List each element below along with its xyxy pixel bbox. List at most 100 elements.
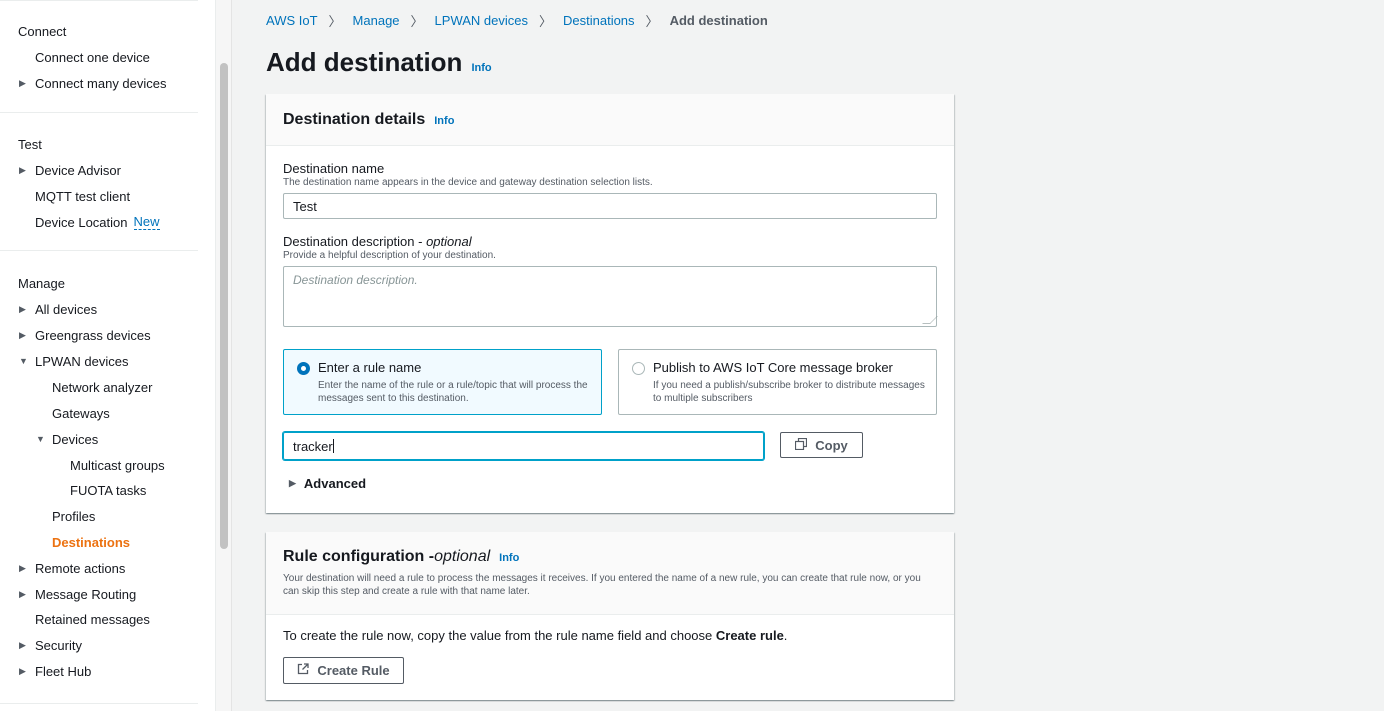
destination-details-panel: Destination details Info Destination nam… xyxy=(266,94,954,513)
destination-name-label: Destination name xyxy=(283,161,385,176)
destination-name-input[interactable]: Test xyxy=(283,193,937,219)
rule-config-info-link[interactable]: Info xyxy=(499,552,519,564)
sidebar-item-label: Remote actions xyxy=(35,560,126,576)
divider xyxy=(0,0,198,1)
scrollbar-thumb[interactable] xyxy=(220,63,228,549)
caret-right-icon: ▶ xyxy=(19,665,26,676)
sidebar-item-gateways[interactable]: Gateways xyxy=(52,404,110,422)
radio-selected-icon[interactable] xyxy=(297,362,310,375)
sidebar-item-label: Retained messages xyxy=(35,611,150,627)
caret-right-icon: ▶ xyxy=(19,77,26,88)
page-title: Add destination Info xyxy=(266,47,492,78)
sidebar-item-label: Destinations xyxy=(52,534,131,550)
breadcrumb-current: Add destination xyxy=(669,13,768,28)
sidebar-item-security[interactable]: ▶ Security xyxy=(19,636,82,654)
breadcrumb-aws-iot[interactable]: AWS IoT xyxy=(266,13,318,28)
nav-heading-manage: Manage xyxy=(18,276,65,291)
rule-name-input[interactable]: tracker xyxy=(283,432,764,460)
tile-enter-rule-name[interactable]: Enter a rule name Enter the name of the … xyxy=(283,349,602,415)
resize-grip-icon[interactable] xyxy=(922,316,938,324)
sidebar-item-connect-one-device[interactable]: Connect one device xyxy=(35,48,150,66)
tile-publish-to-broker[interactable]: Publish to AWS IoT Core message broker I… xyxy=(618,349,937,415)
sidebar-scrollbar[interactable] xyxy=(216,0,232,711)
sidebar-item-label: Fleet Hub xyxy=(35,663,92,679)
sidebar-item-devices[interactable]: ▼ Devices xyxy=(36,430,98,448)
main-content: AWS IoT 〉 Manage 〉 LPWAN devices 〉 Desti… xyxy=(232,0,1384,711)
copy-icon xyxy=(795,437,808,453)
destination-description-label: Destination description - optional xyxy=(283,234,472,249)
details-info-link[interactable]: Info xyxy=(434,115,454,127)
sidebar-item-destinations[interactable]: Destinations xyxy=(52,533,130,551)
page-info-link[interactable]: Info xyxy=(471,62,491,74)
sidebar-item-all-devices[interactable]: ▶ All devices xyxy=(19,300,97,318)
sidebar-item-network-analyzer[interactable]: Network analyzer xyxy=(52,378,152,396)
caret-right-icon: ▶ xyxy=(19,329,26,340)
copy-button[interactable]: Copy xyxy=(780,432,863,458)
breadcrumb: AWS IoT 〉 Manage 〉 LPWAN devices 〉 Desti… xyxy=(266,11,768,30)
sidebar-item-label: MQTT test client xyxy=(35,188,131,204)
sidebar-item-fleet-hub[interactable]: ▶ Fleet Hub xyxy=(19,662,91,680)
rule-name-value: tracker xyxy=(293,438,333,454)
sidebar-item-connect-many-devices[interactable]: ▶ Connect many devices xyxy=(19,74,167,92)
sidebar-item-label: LPWAN devices xyxy=(35,353,129,369)
divider xyxy=(0,112,198,113)
label-text: Destination description - xyxy=(283,234,427,249)
panel-header: Destination details Info xyxy=(266,94,954,146)
sidebar-item-lpwan-devices[interactable]: ▼ LPWAN devices xyxy=(19,352,128,370)
caret-right-icon: ▶ xyxy=(19,639,26,650)
external-link-icon xyxy=(297,663,310,678)
sidebar-item-label: FUOTA tasks xyxy=(70,482,147,498)
sidebar-item-label: Gateways xyxy=(52,405,110,421)
copy-button-label: Copy xyxy=(815,437,848,453)
breadcrumb-lpwan-devices[interactable]: LPWAN devices xyxy=(435,13,528,28)
advanced-expander[interactable]: ▶ Advanced xyxy=(289,476,366,491)
caret-right-icon: ▶ xyxy=(19,164,26,175)
sidebar-item-label: Device Location xyxy=(35,214,128,230)
breadcrumb-manage[interactable]: Manage xyxy=(353,13,400,28)
page-title-text: Add destination xyxy=(266,47,463,77)
tile-title: Publish to AWS IoT Core message broker xyxy=(653,360,893,375)
sidebar-item-fuota-tasks[interactable]: FUOTA tasks xyxy=(70,481,146,499)
caret-right-icon: ▶ xyxy=(19,303,26,314)
sidebar-item-label: Connect many devices xyxy=(35,75,167,91)
sidebar-item-remote-actions[interactable]: ▶ Remote actions xyxy=(19,559,125,577)
sidebar-item-label: All devices xyxy=(35,301,98,317)
destination-description-textarea[interactable]: Destination description. xyxy=(283,266,938,327)
panel-title-optional: optional xyxy=(434,548,491,565)
sidebar-item-profiles[interactable]: Profiles xyxy=(52,507,95,525)
sidebar-item-greengrass-devices[interactable]: ▶ Greengrass devices xyxy=(19,326,151,344)
sidebar-item-multicast-groups[interactable]: Multicast groups xyxy=(70,456,165,474)
chevron-right-icon: 〉 xyxy=(645,14,659,29)
sidebar-item-label: Greengrass devices xyxy=(35,327,151,343)
destination-name-description: The destination name appears in the devi… xyxy=(283,177,653,188)
sidebar-item-device-location[interactable]: Device Location New xyxy=(35,213,160,231)
breadcrumb-destinations[interactable]: Destinations xyxy=(563,13,635,28)
sidebar-item-label: Security xyxy=(35,637,82,653)
create-rule-label: Create Rule xyxy=(317,663,390,678)
sidebar-item-label: Connect one device xyxy=(35,49,150,65)
caret-right-icon: ▶ xyxy=(19,588,26,599)
sidebar-item-retained-messages[interactable]: Retained messages xyxy=(35,610,150,628)
sidebar-item-device-advisor[interactable]: ▶ Device Advisor xyxy=(19,161,121,179)
divider xyxy=(0,703,198,704)
chevron-right-icon: 〉 xyxy=(410,14,424,29)
new-badge: New xyxy=(133,214,160,230)
sidebar-item-mqtt-test-client[interactable]: MQTT test client xyxy=(35,187,130,205)
panel-title: Rule configuration - optional Info xyxy=(283,548,937,566)
sidebar-item-label: Profiles xyxy=(52,508,96,524)
chevron-right-icon: 〉 xyxy=(538,14,552,29)
radio-unselected-icon[interactable] xyxy=(632,362,645,375)
sidebar-item-label: Devices xyxy=(52,431,99,447)
textarea-placeholder: Destination description. xyxy=(293,273,418,287)
caret-down-icon: ▼ xyxy=(19,356,28,366)
panel-description: Your destination will need a rule to pro… xyxy=(283,573,921,597)
sidebar: Connect Connect one device ▶ Connect many… xyxy=(0,0,216,711)
tile-description: If you need a publish/subscribe broker t… xyxy=(653,380,925,404)
panel-title-text: Rule configuration - xyxy=(283,548,435,565)
panel-title-text: Destination details xyxy=(283,110,426,128)
tile-description: Enter the name of the rule or a rule/top… xyxy=(318,380,588,404)
text-cursor xyxy=(332,439,334,453)
sidebar-item-message-routing[interactable]: ▶ Message Routing xyxy=(19,585,136,603)
create-rule-button[interactable]: Create Rule xyxy=(283,657,404,684)
instruction-text: To create the rule now, copy the value f… xyxy=(283,628,716,643)
